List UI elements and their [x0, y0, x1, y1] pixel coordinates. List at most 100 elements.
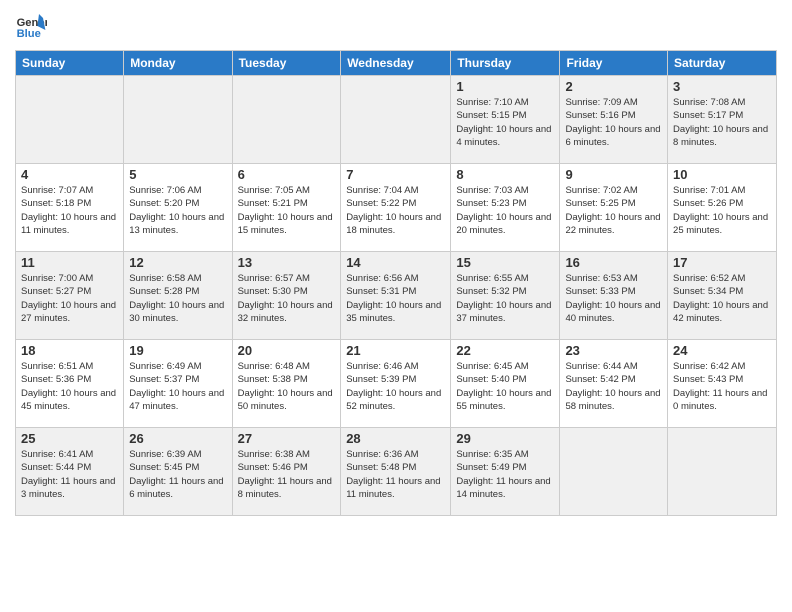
day-info: Sunrise: 6:45 AM Sunset: 5:40 PM Dayligh… — [456, 360, 554, 413]
day-cell: 13Sunrise: 6:57 AM Sunset: 5:30 PM Dayli… — [232, 252, 341, 340]
day-cell: 3 Sunrise: 7:08 AM Sunset: 5:17 PM Daylig… — [668, 76, 777, 164]
day-info: Sunrise: 6:36 AM Sunset: 5:48 PM Dayligh… — [346, 448, 445, 501]
day-info: Sunrise: 6:35 AM Sunset: 5:49 PM Dayligh… — [456, 448, 554, 501]
day-info: Sunrise: 6:38 AM Sunset: 5:46 PM Dayligh… — [238, 448, 336, 501]
logo: General Blue — [15, 10, 47, 42]
week-row-5: 25Sunrise: 6:41 AM Sunset: 5:44 PM Dayli… — [16, 428, 777, 516]
weekday-header-saturday: Saturday — [668, 51, 777, 76]
week-row-1: 1 Sunrise: 7:10 AM Sunset: 5:15 PM Daylig… — [16, 76, 777, 164]
day-number: 12 — [129, 255, 226, 270]
day-number: 4 — [21, 167, 118, 182]
day-info: Sunrise: 7:04 AM Sunset: 5:22 PM Dayligh… — [346, 184, 445, 237]
day-number: 18 — [21, 343, 118, 358]
day-number: 6 — [238, 167, 336, 182]
day-cell — [341, 76, 451, 164]
day-number: 5 — [129, 167, 226, 182]
day-number: 8 — [456, 167, 554, 182]
day-info: Sunrise: 6:51 AM Sunset: 5:36 PM Dayligh… — [21, 360, 118, 413]
day-info: Sunrise: 7:08 AM Sunset: 5:17 PM Dayligh… — [673, 96, 771, 149]
day-cell: 21 Sunrise: 6:46 AM Sunset: 5:39 PM Dayli… — [341, 340, 451, 428]
day-cell — [124, 76, 232, 164]
day-number: 2 — [565, 79, 662, 94]
day-info: Sunrise: 7:06 AM Sunset: 5:20 PM Dayligh… — [129, 184, 226, 237]
day-info: Sunrise: 6:39 AM Sunset: 5:45 PM Dayligh… — [129, 448, 226, 501]
day-info: Sunrise: 6:52 AM Sunset: 5:34 PM Dayligh… — [673, 272, 771, 325]
day-info: Sunrise: 7:09 AM Sunset: 5:16 PM Dayligh… — [565, 96, 662, 149]
day-info: Sunrise: 7:00 AM Sunset: 5:27 PM Dayligh… — [21, 272, 118, 325]
svg-text:Blue: Blue — [17, 28, 41, 40]
day-number: 13 — [238, 255, 336, 270]
day-cell: 16 Sunrise: 6:53 AM Sunset: 5:33 PM Dayli… — [560, 252, 668, 340]
day-number: 26 — [129, 431, 226, 446]
weekday-header-tuesday: Tuesday — [232, 51, 341, 76]
day-number: 15 — [456, 255, 554, 270]
day-number: 3 — [673, 79, 771, 94]
day-number: 1 — [456, 79, 554, 94]
day-cell: 19Sunrise: 6:49 AM Sunset: 5:37 PM Dayli… — [124, 340, 232, 428]
day-number: 24 — [673, 343, 771, 358]
day-number: 17 — [673, 255, 771, 270]
header: General Blue — [15, 10, 777, 42]
day-number: 23 — [565, 343, 662, 358]
logo-icon: General Blue — [15, 10, 47, 42]
day-cell: 17 Sunrise: 6:52 AM Sunset: 5:34 PM Dayli… — [668, 252, 777, 340]
day-cell: 22 Sunrise: 6:45 AM Sunset: 5:40 PM Dayli… — [451, 340, 560, 428]
day-cell: 9 Sunrise: 7:02 AM Sunset: 5:25 PM Daylig… — [560, 164, 668, 252]
week-row-3: 11 Sunrise: 7:00 AM Sunset: 5:27 PM Dayli… — [16, 252, 777, 340]
calendar-header-row: SundayMondayTuesdayWednesdayThursdayFrid… — [16, 51, 777, 76]
day-info: Sunrise: 6:44 AM Sunset: 5:42 PM Dayligh… — [565, 360, 662, 413]
day-number: 20 — [238, 343, 336, 358]
day-info: Sunrise: 6:48 AM Sunset: 5:38 PM Dayligh… — [238, 360, 336, 413]
day-cell: 7Sunrise: 7:04 AM Sunset: 5:22 PM Daylig… — [341, 164, 451, 252]
day-number: 21 — [346, 343, 445, 358]
weekday-header-monday: Monday — [124, 51, 232, 76]
day-info: Sunrise: 7:01 AM Sunset: 5:26 PM Dayligh… — [673, 184, 771, 237]
day-info: Sunrise: 6:46 AM Sunset: 5:39 PM Dayligh… — [346, 360, 445, 413]
day-number: 22 — [456, 343, 554, 358]
day-info: Sunrise: 7:02 AM Sunset: 5:25 PM Dayligh… — [565, 184, 662, 237]
day-cell — [16, 76, 124, 164]
day-cell: 2 Sunrise: 7:09 AM Sunset: 5:16 PM Daylig… — [560, 76, 668, 164]
day-cell: 8 Sunrise: 7:03 AM Sunset: 5:23 PM Daylig… — [451, 164, 560, 252]
day-cell — [232, 76, 341, 164]
weekday-header-thursday: Thursday — [451, 51, 560, 76]
day-cell: 10 Sunrise: 7:01 AM Sunset: 5:26 PM Dayli… — [668, 164, 777, 252]
day-number: 28 — [346, 431, 445, 446]
day-info: Sunrise: 6:56 AM Sunset: 5:31 PM Dayligh… — [346, 272, 445, 325]
day-cell: 27 Sunrise: 6:38 AM Sunset: 5:46 PM Dayli… — [232, 428, 341, 516]
day-cell: 25Sunrise: 6:41 AM Sunset: 5:44 PM Dayli… — [16, 428, 124, 516]
day-number: 16 — [565, 255, 662, 270]
day-cell: 15 Sunrise: 6:55 AM Sunset: 5:32 PM Dayli… — [451, 252, 560, 340]
day-cell — [668, 428, 777, 516]
day-cell: 26 Sunrise: 6:39 AM Sunset: 5:45 PM Dayli… — [124, 428, 232, 516]
day-cell: 5 Sunrise: 7:06 AM Sunset: 5:20 PM Daylig… — [124, 164, 232, 252]
calendar-body: 1 Sunrise: 7:10 AM Sunset: 5:15 PM Daylig… — [16, 76, 777, 516]
day-cell: 1 Sunrise: 7:10 AM Sunset: 5:15 PM Daylig… — [451, 76, 560, 164]
day-number: 19 — [129, 343, 226, 358]
day-cell: 24Sunrise: 6:42 AM Sunset: 5:43 PM Dayli… — [668, 340, 777, 428]
day-cell: 29 Sunrise: 6:35 AM Sunset: 5:49 PM Dayli… — [451, 428, 560, 516]
day-cell: 20 Sunrise: 6:48 AM Sunset: 5:38 PM Dayli… — [232, 340, 341, 428]
page-container: General Blue SundayMondayTuesdayWednesda… — [0, 0, 792, 521]
day-number: 9 — [565, 167, 662, 182]
day-info: Sunrise: 6:58 AM Sunset: 5:28 PM Dayligh… — [129, 272, 226, 325]
day-cell: 18 Sunrise: 6:51 AM Sunset: 5:36 PM Dayli… — [16, 340, 124, 428]
day-info: Sunrise: 7:05 AM Sunset: 5:21 PM Dayligh… — [238, 184, 336, 237]
day-number: 10 — [673, 167, 771, 182]
day-info: Sunrise: 7:10 AM Sunset: 5:15 PM Dayligh… — [456, 96, 554, 149]
day-cell: 12 Sunrise: 6:58 AM Sunset: 5:28 PM Dayli… — [124, 252, 232, 340]
day-number: 11 — [21, 255, 118, 270]
day-info: Sunrise: 6:53 AM Sunset: 5:33 PM Dayligh… — [565, 272, 662, 325]
day-number: 29 — [456, 431, 554, 446]
day-info: Sunrise: 6:55 AM Sunset: 5:32 PM Dayligh… — [456, 272, 554, 325]
week-row-2: 4Sunrise: 7:07 AM Sunset: 5:18 PM Daylig… — [16, 164, 777, 252]
weekday-header-wednesday: Wednesday — [341, 51, 451, 76]
day-number: 14 — [346, 255, 445, 270]
day-cell: 28 Sunrise: 6:36 AM Sunset: 5:48 PM Dayli… — [341, 428, 451, 516]
day-number: 27 — [238, 431, 336, 446]
day-info: Sunrise: 7:03 AM Sunset: 5:23 PM Dayligh… — [456, 184, 554, 237]
week-row-4: 18 Sunrise: 6:51 AM Sunset: 5:36 PM Dayli… — [16, 340, 777, 428]
day-cell: 11 Sunrise: 7:00 AM Sunset: 5:27 PM Dayli… — [16, 252, 124, 340]
day-cell: 6 Sunrise: 7:05 AM Sunset: 5:21 PM Daylig… — [232, 164, 341, 252]
day-number: 25 — [21, 431, 118, 446]
